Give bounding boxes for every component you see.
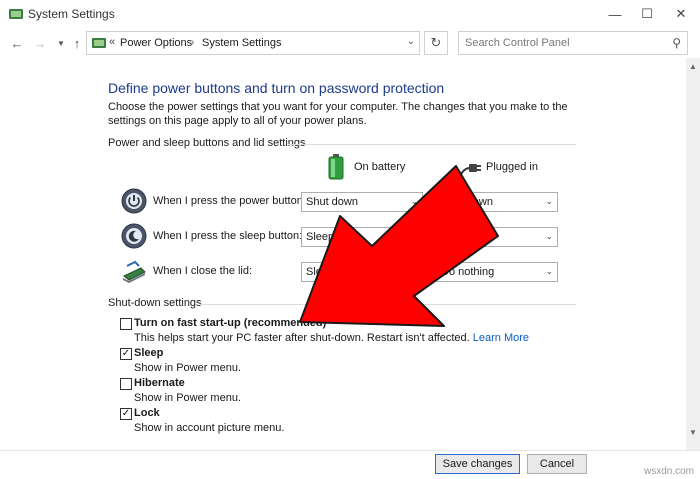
breadcrumb-separator-icon[interactable]: ›: [191, 37, 194, 48]
hibernate-option-label[interactable]: Hibernate: [134, 377, 185, 389]
control-panel-icon: [92, 38, 106, 48]
section-divider: [288, 144, 576, 145]
control-panel-icon: [9, 9, 23, 19]
close-icon: ✕: [675, 6, 687, 21]
fast-startup-checkbox[interactable]: [120, 318, 132, 330]
search-placeholder: Search Control Panel: [465, 37, 570, 49]
minimize-button[interactable]: —: [598, 0, 632, 28]
minimize-icon: —: [608, 6, 622, 22]
lock-option-description: Show in account picture menu.: [134, 422, 285, 434]
chevron-down-icon: ⌄: [410, 266, 418, 276]
refresh-button[interactable]: ↻: [424, 31, 448, 55]
hibernate-option-description: Show in Power menu.: [134, 392, 241, 404]
arrow-up-icon: ↑: [73, 35, 81, 51]
close-lid-battery-select[interactable]: Sleep ⌄: [301, 262, 423, 282]
sleep-option-description: Show in Power menu.: [134, 362, 241, 374]
back-button[interactable]: ←: [8, 34, 26, 52]
address-bar[interactable]: « Power Options › System Settings ⌄: [86, 31, 420, 55]
power-section-label: Power and sleep buttons and lid settings: [108, 137, 306, 149]
fast-startup-label[interactable]: Turn on fast start-up (recommended): [134, 317, 326, 329]
chevron-down-icon: ⌄: [410, 231, 418, 241]
close-lid-plugged-select[interactable]: Do nothing ⌄: [436, 262, 558, 282]
shutdown-section-label: Shut-down settings: [108, 297, 202, 309]
window-title: System Settings: [28, 7, 115, 21]
chevron-down-icon: ⌄: [545, 231, 553, 241]
power-button-battery-select[interactable]: Shut down ⌄: [301, 192, 423, 212]
sleep-button-battery-select[interactable]: Sleep ⌄: [301, 227, 423, 247]
power-button-icon: [121, 188, 147, 214]
up-button[interactable]: ↑: [68, 34, 86, 52]
watermark: wsxdn.com: [643, 466, 694, 477]
title-bar: System Settings — ☐ ✕: [0, 0, 700, 28]
sleep-button-label: When I press the sleep button:: [153, 230, 303, 242]
checkmark-icon: ✓: [121, 408, 131, 419]
scroll-down-icon[interactable]: ▼: [686, 428, 700, 437]
hibernate-checkbox[interactable]: [120, 378, 132, 390]
checkmark-icon: ✓: [121, 348, 131, 359]
lock-checkbox[interactable]: ✓: [120, 408, 132, 420]
chevron-down-icon: ⌄: [545, 196, 553, 206]
search-input[interactable]: Search Control Panel ⚲: [458, 31, 688, 55]
scroll-up-icon[interactable]: ▲: [686, 62, 700, 71]
arrow-left-icon: ←: [10, 35, 24, 51]
page-title: Define power buttons and turn on passwor…: [108, 80, 445, 96]
power-button-plugged-select[interactable]: Shut down ⌄: [436, 192, 558, 212]
maximize-icon: ☐: [641, 6, 653, 21]
vertical-scrollbar[interactable]: [686, 58, 700, 450]
page-description: Choose the power settings that you want …: [108, 101, 568, 127]
fast-startup-description: This helps start your PC faster after sh…: [134, 332, 530, 344]
section-divider: [200, 304, 576, 305]
on-battery-header: On battery: [354, 161, 406, 173]
navigation-bar: ← → ▼ ↑ « Power Options › System Setting…: [0, 28, 700, 58]
refresh-icon: ↻: [430, 35, 442, 50]
plugged-in-header: Plugged in: [486, 161, 538, 173]
sleep-button-icon: [121, 223, 147, 249]
laptop-lid-icon: [123, 260, 146, 283]
plug-icon: [459, 164, 481, 177]
battery-icon: [328, 154, 344, 180]
learn-more-link[interactable]: Learn More: [473, 332, 529, 344]
forward-button[interactable]: →: [31, 34, 49, 52]
address-dropdown-icon[interactable]: ⌄: [407, 36, 415, 47]
sleep-checkbox[interactable]: ✓: [120, 348, 132, 360]
main-content: ▲ ▼ Define power buttons and turn on pas…: [0, 58, 700, 479]
close-button[interactable]: ✕: [664, 0, 698, 28]
breadcrumb-system-settings[interactable]: System Settings: [202, 37, 281, 49]
maximize-button[interactable]: ☐: [630, 0, 664, 28]
sleep-button-plugged-select[interactable]: Sleep ⌄: [436, 227, 558, 247]
chevron-down-icon: ⌄: [410, 196, 418, 206]
footer-bar: Save changes Cancel: [0, 450, 700, 479]
breadcrumb-power-options[interactable]: Power Options: [120, 37, 192, 49]
close-lid-label: When I close the lid:: [153, 265, 253, 277]
chevron-down-icon: ▼: [57, 38, 65, 48]
breadcrumb-overflow-icon[interactable]: «: [109, 36, 115, 48]
save-changes-button[interactable]: Save changes: [435, 454, 520, 474]
power-button-label: When I press the power button:: [153, 195, 306, 207]
search-icon: ⚲: [672, 36, 681, 50]
arrow-right-icon: →: [33, 35, 47, 51]
cancel-button[interactable]: Cancel: [527, 454, 587, 474]
sleep-option-label[interactable]: Sleep: [134, 347, 163, 359]
chevron-down-icon: ⌄: [545, 266, 553, 276]
lock-option-label[interactable]: Lock: [134, 407, 160, 419]
